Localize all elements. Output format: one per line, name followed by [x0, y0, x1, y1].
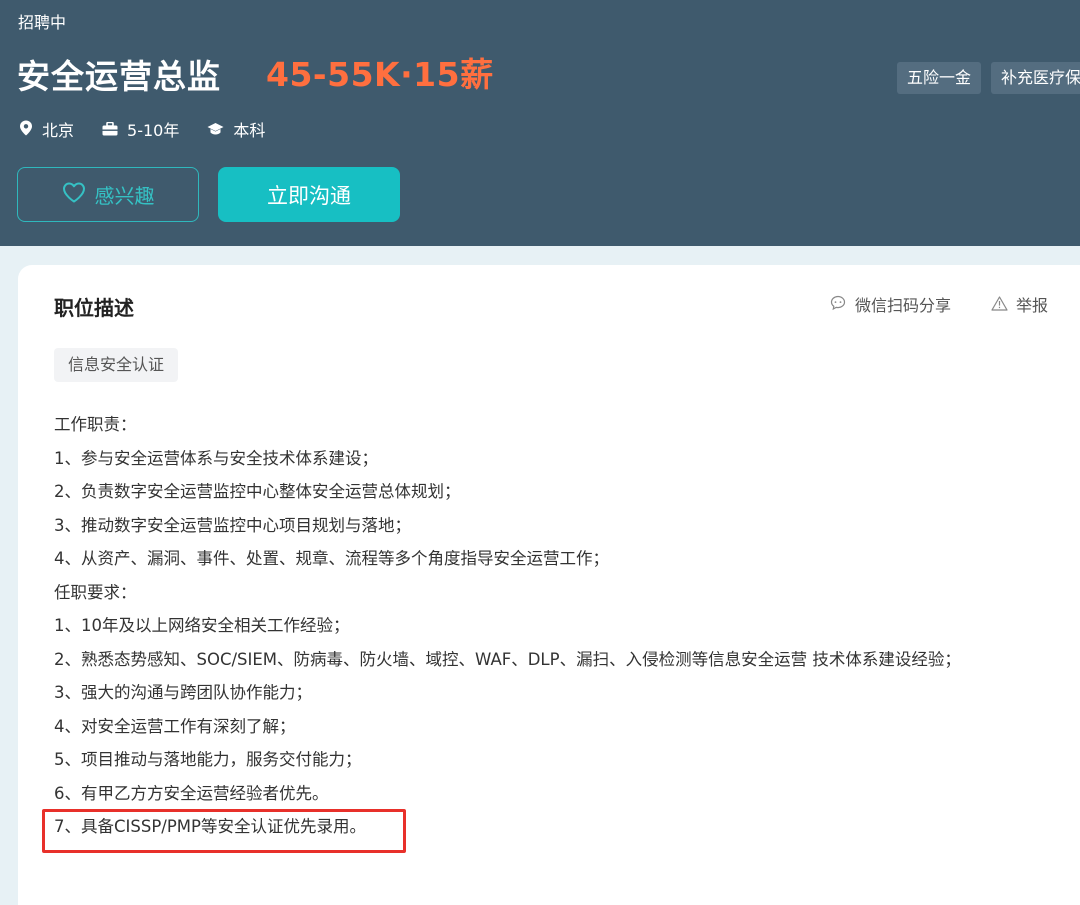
chat-bubble-icon — [830, 295, 855, 317]
interest-button-label: 感兴趣 — [94, 184, 155, 208]
description-line: 7、具备CISSP/PMP等安全认证优先录用。 — [54, 817, 366, 836]
experience-text: 5-10年 — [127, 121, 180, 140]
report-button[interactable]: 举报 — [991, 295, 1048, 317]
description-line: 4、从资产、漏洞、事件、处置、规章、流程等多个角度指导安全运营工作； — [54, 549, 609, 568]
job-description-text: 工作职责： 1、参与安全运营体系与安全技术体系建设； 2、负责数字安全运营监控中… — [54, 408, 1080, 844]
interest-button[interactable]: 感兴趣 — [17, 167, 199, 222]
benefit-tag: 五险一金 — [897, 62, 982, 94]
meta-education: 本科 — [207, 119, 265, 143]
description-line: 1、参与安全运营体系与安全技术体系建设； — [54, 448, 378, 468]
description-line: 1、10年及以上网络安全相关工作经验； — [54, 616, 350, 635]
description-line: 6、有甲乙方方安全运营经验者优先。 — [54, 783, 329, 803]
description-line: 4、对安全运营工作有深刻了解； — [54, 716, 296, 736]
graduation-cap-icon — [207, 119, 233, 143]
briefcase-icon — [102, 119, 127, 143]
job-description-card: 职位描述 微信扫码分享 举报 信息安全认证 工作职责： 1、参与安全运营体系与安… — [18, 265, 1080, 905]
chat-now-button[interactable]: 立即沟通 — [218, 167, 400, 222]
description-line: 2、负责数字安全运营监控中心整体安全运营总体规划； — [54, 482, 461, 501]
description-line: 任职要求： — [54, 582, 137, 602]
job-header: 招聘中 安全运营总监 45-55K·15薪 五险一金 补充医疗保 北京 5-10… — [0, 0, 1080, 246]
skill-tag: 信息安全认证 — [54, 348, 179, 382]
education-text: 本科 — [233, 121, 266, 140]
description-line: 5、项目推动与落地能力，服务交付能力； — [54, 750, 362, 769]
job-status: 招聘中 — [18, 13, 67, 32]
job-title: 安全运营总监 — [17, 57, 221, 96]
section-title: 职位描述 — [54, 296, 134, 320]
warning-icon — [991, 295, 1016, 317]
heart-icon — [62, 182, 95, 208]
benefit-tags: 五险一金 补充医疗保 — [897, 62, 1080, 94]
meta-experience: 5-10年 — [102, 119, 179, 143]
description-line: 3、强大的沟通与跨团队协作能力； — [54, 683, 312, 702]
share-label: 微信扫码分享 — [855, 296, 952, 315]
salary: 45-55K·15薪 — [266, 55, 494, 94]
meta-location: 北京 — [19, 119, 74, 143]
location-pin-icon — [19, 119, 42, 143]
benefit-tag: 补充医疗保 — [991, 62, 1080, 94]
description-line: 2、熟悉态势感知、SOC/SIEM、防病毒、防火墙、域控、WAF、DLP、漏扫、… — [54, 649, 961, 669]
chat-now-button-label: 立即沟通 — [267, 183, 351, 208]
wechat-share-button[interactable]: 微信扫码分享 — [830, 295, 951, 317]
location-text: 北京 — [42, 121, 75, 140]
report-label: 举报 — [1016, 296, 1049, 315]
description-line: 工作职责： — [54, 415, 137, 434]
description-line: 3、推动数字安全运营监控中心项目规划与落地； — [54, 515, 411, 535]
job-meta: 北京 5-10年 本科 — [19, 119, 293, 143]
